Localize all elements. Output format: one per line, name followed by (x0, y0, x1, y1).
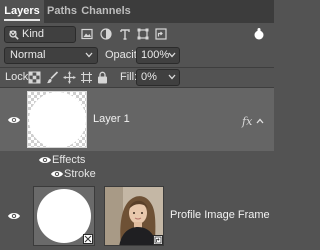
layer-row-layer-1[interactable]: Layer 1 fx (0, 88, 274, 151)
lock-all-icon[interactable] (96, 71, 109, 84)
lock-transparent-pixels-icon[interactable] (28, 71, 41, 84)
chevron-down-icon (85, 52, 93, 58)
layer-thumbnail (27, 91, 87, 148)
effect-row-stroke[interactable]: Stroke (0, 168, 274, 183)
opacity-value: 100% (141, 49, 170, 61)
eye-visibility-icon[interactable] (7, 115, 21, 125)
active-tab-indicator (4, 19, 40, 21)
shape-filter-icon[interactable] (136, 27, 150, 41)
type-filter-icon[interactable] (118, 27, 132, 41)
layer-name[interactable]: Profile Image Frame (170, 209, 270, 221)
chevron-down-icon (9, 30, 17, 36)
tab-channels[interactable]: Channels (80, 0, 132, 23)
fx-badge: fx (242, 115, 253, 128)
layers-list: Layer 1 fx Effects Stroke Profile Image … (0, 88, 274, 250)
image-filter-icon[interactable] (80, 27, 94, 41)
blend-opacity-bar: Normal Opacity: 100% (0, 45, 274, 67)
adjustment-filter-icon[interactable] (99, 27, 113, 41)
effect-name: Stroke (64, 168, 96, 180)
collapse-effects-caret-icon[interactable] (256, 118, 264, 124)
effects-row[interactable]: Effects (0, 154, 274, 169)
opacity-field[interactable]: 100% (136, 47, 180, 64)
tab-paths-label: Paths (47, 5, 77, 17)
tab-channels-label: Channels (81, 5, 131, 17)
lock-position-icon[interactable] (63, 71, 76, 84)
smart-object-filter-icon[interactable] (154, 27, 168, 41)
eye-visibility-icon[interactable] (7, 211, 21, 221)
chevron-down-icon (168, 52, 176, 58)
fill-value: 0% (141, 71, 157, 83)
lock-fill-bar: Lock: Fill: 0% (0, 68, 274, 88)
tab-layers[interactable]: Layers (0, 0, 44, 23)
blend-mode-dropdown[interactable]: Normal (4, 47, 98, 64)
layer-name[interactable]: Layer 1 (93, 113, 130, 125)
chevron-down-icon (168, 74, 176, 80)
mask-link-badge-icon (83, 234, 93, 244)
blend-mode-value: Normal (10, 49, 46, 61)
circle-shape (29, 92, 86, 147)
eye-visibility-icon[interactable] (38, 155, 52, 165)
smart-object-badge-icon (153, 235, 163, 245)
tab-paths[interactable]: Paths (44, 0, 80, 23)
fill-label: Fill: (120, 71, 138, 83)
fill-field[interactable]: 0% (136, 69, 180, 86)
effects-label: Effects (52, 154, 86, 166)
filter-toggle[interactable] (251, 26, 267, 42)
photo-thumbnail[interactable] (104, 186, 164, 246)
panel-tab-bar: Layers Paths Channels (0, 0, 274, 23)
lock-artboard-icon[interactable] (80, 71, 93, 84)
vector-mask-thumbnail[interactable] (33, 186, 95, 246)
layer-filter-bar: Kind (0, 23, 274, 45)
eye-visibility-icon[interactable] (50, 169, 64, 179)
filter-kind-label: Kind (22, 28, 45, 40)
filter-kind-dropdown[interactable]: Kind (4, 26, 76, 43)
lock-image-pixels-icon[interactable] (46, 71, 59, 84)
tab-layers-label: Layers (4, 5, 40, 17)
